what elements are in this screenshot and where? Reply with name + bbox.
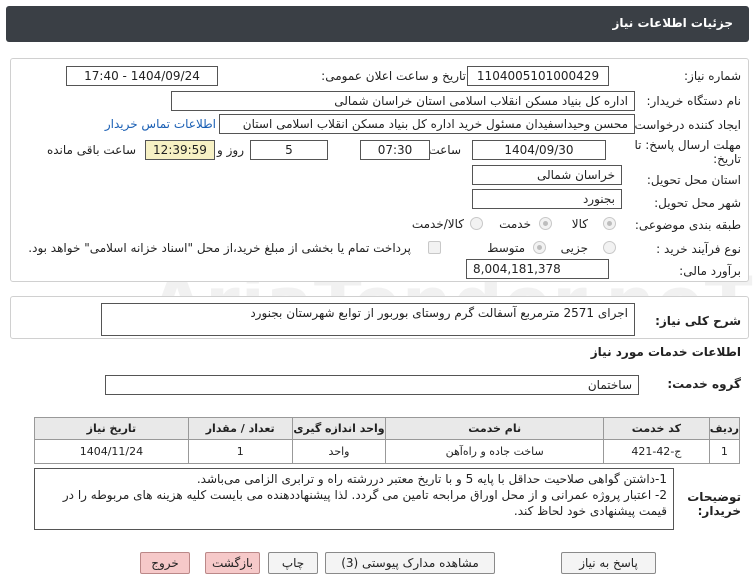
buyer-notes-field: 1-داشتن گواهی صلاحیت حداقل با پایه 5 و ب… [34, 468, 674, 530]
col-date: تاریخ نیاز [34, 417, 189, 440]
category-option-service: خدمت [499, 217, 531, 231]
col-code: کد خدمت [602, 417, 710, 440]
notes-label: توضیحات [687, 490, 741, 504]
province-label: استان محل تحویل: [646, 173, 741, 187]
deadline-date-field: 1404/09/30 [472, 140, 606, 160]
buyer-field: اداره کل بنیاد مسکن انقلاب اسلامی استان … [171, 91, 635, 111]
category-label: طبقه بندی موضوعی: [634, 218, 741, 232]
announce-label: تاریخ و ساعت اعلان عمومی: [321, 69, 466, 83]
col-row: ردیف [708, 417, 741, 440]
need-number-label: شماره نیاز: [684, 69, 741, 83]
category-radio-goods[interactable] [603, 217, 616, 230]
process-radio-minor[interactable] [603, 241, 616, 254]
services-table: ردیف کد خدمت نام خدمت واحد اندازه گیری ت… [34, 417, 741, 464]
services-table-header: ردیف کد خدمت نام خدمت واحد اندازه گیری ت… [34, 417, 741, 440]
process-label: نوع فرآیند خرید : [656, 242, 741, 256]
notes-line-3: قیمت پیشنهادی خود لحاظ کند. [513, 504, 667, 518]
deadline-time-field: 07:30 [360, 140, 430, 160]
city-label: شهر محل تحویل: [654, 196, 741, 210]
col-qty: تعداد / مقدار [187, 417, 293, 440]
col-unit: واحد اندازه گیری [291, 417, 387, 440]
days-remaining-field: 5 [250, 140, 328, 160]
deadline-label: مهلت ارسال پاسخ: تا [634, 138, 741, 152]
category-radio-service[interactable] [539, 217, 552, 230]
buyer-label: نام دستگاه خریدار: [646, 94, 742, 108]
reply-button[interactable]: پاسخ به نیاز [561, 552, 656, 574]
page-header: جزئیات اطلاعات نیاز [6, 6, 749, 42]
process-option-medium: متوسط [487, 241, 525, 255]
category-option-goods: کالا [571, 217, 588, 231]
row-qty: 1 [187, 439, 293, 464]
creator-field: محسن وحیداسفیدان مسئول خرید اداره کل بنی… [219, 114, 635, 134]
process-radio-medium[interactable] [533, 241, 546, 254]
process-option-minor: جزیی [560, 241, 588, 255]
services-section-title: اطلاعات خدمات مورد نیاز [590, 345, 741, 359]
need-number-field: 1104005101000429 [467, 66, 609, 86]
deadline-time-label: ساعت [428, 143, 461, 157]
row-index: 1 [708, 439, 741, 464]
remaining-time-field: 12:39:59 [145, 140, 215, 160]
creator-label: ایجاد کننده درخواست: [630, 118, 741, 132]
buyer-contact-link[interactable]: اطلاعات تماس خریدار [105, 117, 216, 131]
documents-button[interactable]: مشاهده مدارک پیوستی (3) [325, 552, 495, 574]
table-row: 1 ج-42-421 ساخت جاده و راه‌آهن واحد 1 14… [34, 439, 741, 464]
days-label: روز و [217, 143, 244, 157]
back-button[interactable]: بازگشت [205, 552, 260, 574]
row-date: 1404/11/24 [34, 439, 189, 464]
treasury-payment-checkbox[interactable] [428, 241, 441, 254]
row-unit: واحد [291, 439, 387, 464]
exit-button[interactable]: خروج [140, 552, 190, 574]
notes-line-2: 2- اعتبار پروژه عمرانی و از محل اوراق مر… [62, 488, 667, 502]
treasury-payment-note: پرداخت تمام یا بخشی از مبلغ خرید،از محل … [28, 241, 411, 255]
announce-datetime-field: 1404/09/24 - 17:40 [66, 66, 218, 86]
service-group-label: گروه خدمت: [667, 377, 741, 391]
category-option-goods-service: کالا/خدمت [411, 217, 464, 231]
budget-label: برآورد مالی: [679, 264, 741, 278]
print-button[interactable]: چاپ [268, 552, 318, 574]
notes-line-1: 1-داشتن گواهی صلاحیت حداقل با پایه 5 و ب… [196, 472, 667, 486]
deadline-label-date: تاریخ: [713, 152, 741, 166]
page-title: جزئیات اطلاعات نیاز [612, 16, 733, 30]
summary-field: اجرای 2571 مترمربع آسفالت گرم روستای بور… [101, 303, 635, 336]
remaining-time-label: ساعت باقی مانده [46, 143, 136, 157]
province-field: خراسان شمالی [472, 165, 622, 185]
col-name: نام خدمت [385, 417, 604, 440]
category-radio-goods-service[interactable] [470, 217, 483, 230]
budget-field: 8,004,181,378 [466, 259, 609, 279]
row-code: ج-42-421 [602, 439, 710, 464]
service-group-field: ساختمان [105, 375, 639, 395]
city-field: بجنورد [472, 189, 622, 209]
row-name: ساخت جاده و راه‌آهن [385, 439, 604, 464]
notes-label-buyer: خریدار: [697, 504, 741, 518]
summary-label: شرح کلی نیاز: [655, 314, 741, 328]
